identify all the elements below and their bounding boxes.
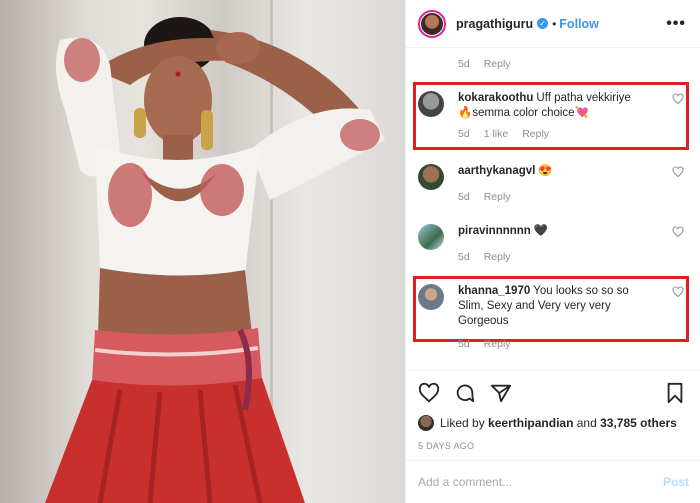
share-icon[interactable]: [490, 382, 512, 404]
comment-time: 5d: [458, 338, 470, 350]
comment-input[interactable]: [418, 475, 663, 489]
model-figure: [45, 17, 385, 503]
heart-icon[interactable]: [672, 286, 684, 298]
comment-text: 😍: [538, 165, 553, 177]
reply-button[interactable]: Reply: [522, 128, 549, 140]
post-image[interactable]: [0, 0, 405, 503]
commenter-avatar[interactable]: [418, 164, 444, 190]
likes-count[interactable]: 33,785 others: [600, 416, 677, 430]
comment-meta: 5d Reply: [458, 251, 648, 263]
commenter-username[interactable]: aarthykanagvl: [458, 165, 535, 177]
author-username[interactable]: pragathiguru: [456, 17, 533, 31]
likes-conj: and: [576, 416, 597, 430]
comment-likes[interactable]: 1 like: [484, 128, 509, 140]
heart-icon[interactable]: [672, 166, 684, 178]
comments-list[interactable]: 5d Reply kokarakoothu Uff patha vekkiriye…: [406, 48, 700, 370]
comment-item: khanna_1970 You looks so so so Slim, Sexy…: [418, 284, 688, 350]
commenter-username[interactable]: kokarakoothu: [458, 92, 533, 104]
reply-button[interactable]: Reply: [484, 338, 511, 350]
comment-item: aarthykanagvl 😍 5d Reply: [418, 164, 688, 203]
heart-icon[interactable]: [672, 226, 684, 238]
comment-time: 5d: [458, 128, 470, 140]
comment-meta: 5d Reply: [458, 58, 511, 70]
bookmark-icon[interactable]: [665, 382, 685, 404]
reply-button[interactable]: Reply: [484, 251, 511, 263]
more-options-icon[interactable]: •••: [666, 15, 686, 33]
separator-dot: •: [552, 16, 557, 31]
liker-avatar[interactable]: [418, 415, 434, 431]
likes-prefix: Liked by: [440, 416, 485, 430]
liker-username[interactable]: keerthipandian: [488, 416, 573, 430]
post-sidebar: pragathiguru ✓ • Follow ••• 5d Reply kok…: [405, 0, 700, 503]
comment-meta: 5d Reply: [458, 191, 648, 203]
reply-button[interactable]: Reply: [484, 191, 511, 203]
comment-meta: 5d Reply: [458, 338, 648, 350]
post-actions: Liked by keerthipandian and 33,785 other…: [406, 370, 700, 451]
commenter-avatar[interactable]: [418, 284, 444, 310]
post-header: pragathiguru ✓ • Follow •••: [406, 0, 700, 48]
likes-summary: Liked by keerthipandian and 33,785 other…: [418, 415, 689, 431]
comment-item: kokarakoothu Uff patha vekkiriye 🔥semma c…: [418, 91, 688, 140]
author-avatar[interactable]: [418, 9, 446, 38]
add-comment-bar: Post: [406, 460, 700, 503]
heart-icon[interactable]: [672, 93, 684, 105]
commenter-username[interactable]: piravinnnnnn: [458, 225, 531, 237]
comment-time: 5d: [458, 58, 470, 70]
commenter-avatar[interactable]: [418, 91, 444, 117]
reply-button[interactable]: Reply: [484, 58, 511, 70]
comment-item: piravinnnnnn 🖤 5d Reply: [418, 224, 688, 263]
like-heart-icon[interactable]: [418, 382, 440, 404]
verified-badge-icon: ✓: [537, 18, 549, 29]
comment-icon[interactable]: [454, 382, 476, 404]
comment-time: 5d: [458, 251, 470, 263]
comment-text: 🖤: [533, 225, 549, 237]
post-timestamp[interactable]: 5 DAYS AGO: [418, 441, 689, 451]
commenter-avatar[interactable]: [418, 224, 444, 250]
follow-button[interactable]: Follow: [559, 17, 599, 31]
comment-meta: 5d 1 like Reply: [458, 128, 648, 140]
commenter-username[interactable]: khanna_1970: [458, 285, 530, 297]
post-button[interactable]: Post: [663, 475, 689, 489]
comment-time: 5d: [458, 191, 470, 203]
